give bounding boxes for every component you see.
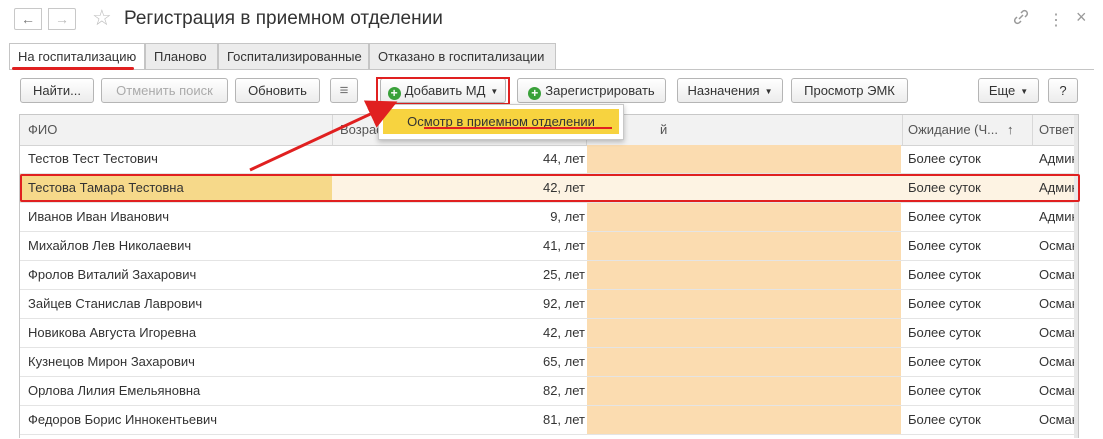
- annotation-arrow: [249, 100, 398, 172]
